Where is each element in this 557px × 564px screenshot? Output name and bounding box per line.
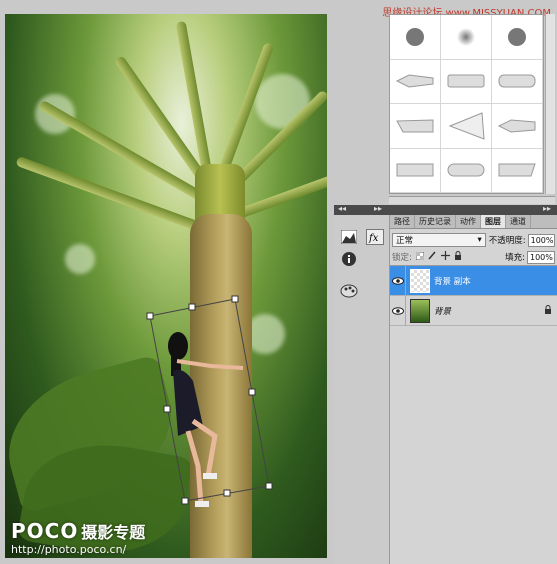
layer-lock-icon [544, 304, 552, 317]
brush-preset[interactable] [492, 15, 543, 60]
brush-presets-panel [389, 14, 544, 194]
flat-point-brush-icon [395, 74, 434, 88]
watermark-logo: POCO [11, 519, 79, 543]
layer-thumbnail [410, 298, 430, 323]
blend-mode-value: 正常 [396, 236, 414, 246]
tab-channels[interactable]: 通道 [506, 215, 531, 228]
tab-paths[interactable]: 路径 [390, 215, 415, 228]
blend-mode-select[interactable]: 正常 ▾ [392, 233, 486, 247]
document-canvas[interactable]: POCO 摄影专题 http://photo.poco.cn/ [5, 14, 327, 558]
tab-layers[interactable]: 图层 [481, 215, 506, 228]
hard-round-brush-icon [508, 27, 526, 46]
flat-blunt-brush-icon [396, 163, 434, 177]
round-point-brush-icon [497, 119, 536, 133]
visibility-eye-icon[interactable] [390, 295, 406, 326]
layers-list: 背景 副本 背景 [390, 265, 557, 326]
layers-panel-tabs: 路径 历史记录 动作 图层 通道 [390, 215, 557, 229]
brush-preset[interactable] [492, 59, 543, 104]
round-blunt-brush-icon [498, 74, 536, 88]
chevron-down-icon: ▾ [477, 235, 482, 245]
visibility-eye-icon[interactable] [390, 265, 406, 296]
layer-row[interactable]: 背景 副本 [390, 265, 557, 296]
brush-panel-footer [389, 196, 555, 204]
info-icon[interactable] [338, 249, 360, 269]
lock-label: 锁定: [392, 253, 412, 263]
fan-brush-icon [448, 112, 485, 140]
watermark-url: http://photo.poco.cn/ [11, 543, 127, 556]
dock-collapse-button[interactable]: ◂◂ [338, 204, 346, 213]
flat-angle-brush-icon [396, 119, 434, 133]
lock-brush-icon[interactable] [428, 251, 437, 263]
histogram-icon[interactable] [338, 227, 360, 247]
transform-handle [265, 482, 273, 490]
brush-preset[interactable] [441, 148, 492, 193]
brush-preset[interactable] [390, 59, 441, 104]
fill-label: 填充: [505, 253, 525, 263]
angle-brush-icon [498, 163, 536, 177]
brush-preset[interactable] [492, 104, 543, 149]
palm-branch [15, 155, 207, 234]
layers-collapse-button[interactable]: ▸▸ [543, 204, 551, 213]
brush-panel-scrollbar[interactable] [545, 14, 555, 194]
watermark-title: 摄影专题 [81, 523, 146, 542]
brush-preset[interactable] [441, 104, 492, 149]
round-curve-brush-icon [447, 163, 485, 177]
color-palette-icon[interactable] [338, 281, 360, 301]
opacity-label: 不透明度: [488, 236, 526, 246]
layer-name[interactable]: 背景 副本 [434, 275, 557, 287]
girl-figure [168, 332, 244, 507]
brush-preset[interactable] [441, 15, 492, 60]
soft-round-brush-icon [457, 27, 475, 46]
dock-expand-button[interactable]: ▸▸ [374, 204, 382, 213]
poco-watermark: POCO 摄影专题 http://photo.poco.cn/ [11, 519, 145, 556]
brush-preset[interactable] [390, 104, 441, 149]
fx-style-icon[interactable]: fx [364, 227, 386, 247]
panel-dock: fx [334, 215, 390, 564]
lock-fill-row: 锁定: 填充: 100% [390, 249, 557, 265]
brush-preset[interactable] [492, 148, 543, 193]
layer-thumbnail [410, 268, 430, 293]
blend-opacity-row: 正常 ▾ 不透明度: 100% [390, 231, 557, 249]
layers-panel: 路径 历史记录 动作 图层 通道 正常 ▾ 不透明度: 100% 锁定: 填充:… [390, 215, 557, 564]
lock-move-icon[interactable] [440, 251, 450, 263]
tab-actions[interactable]: 动作 [456, 215, 481, 228]
tab-history[interactable]: 历史记录 [415, 215, 456, 228]
layers-panel-header[interactable]: ▸▸ [390, 204, 557, 215]
lock-all-icon[interactable] [454, 251, 462, 263]
dock-header[interactable]: ◂◂ ▸▸ [334, 204, 390, 215]
layer-row[interactable]: 背景 [390, 295, 557, 326]
hard-round-brush-icon [406, 27, 424, 46]
transform-handle [146, 312, 154, 320]
svg-text:fx: fx [368, 233, 379, 244]
opacity-field[interactable]: 100% [527, 233, 555, 247]
lock-transparent-icon[interactable] [415, 251, 425, 263]
brush-preset[interactable] [390, 15, 441, 60]
layer-name[interactable]: 背景 [434, 305, 544, 317]
brush-preset[interactable] [390, 148, 441, 193]
flat-blunt-brush-icon [447, 74, 485, 88]
fill-field[interactable]: 100% [527, 250, 555, 264]
brush-preset[interactable] [441, 59, 492, 104]
bokeh-light [65, 244, 95, 274]
